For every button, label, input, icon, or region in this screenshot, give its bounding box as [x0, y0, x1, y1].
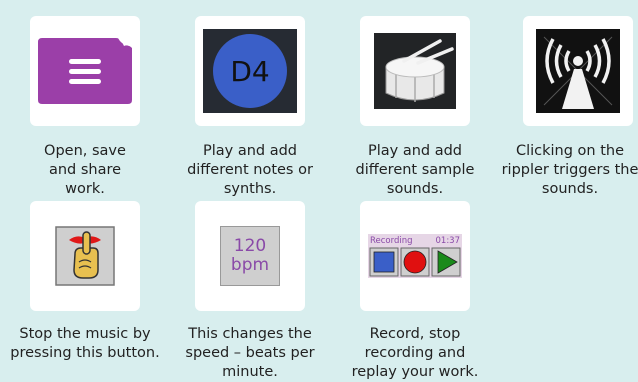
caption-line: pressing this button. [10, 345, 160, 361]
note-circle-icon: D4 [203, 29, 297, 113]
open-save-share-button[interactable] [30, 16, 140, 126]
hush-hand-icon [55, 226, 115, 286]
stop-recording-button[interactable] [369, 247, 399, 277]
tempo-value: 120 [233, 236, 267, 256]
caption-line: speed – beats per [185, 345, 315, 361]
tempo-unit: bpm [230, 255, 270, 275]
stop-caption: Stop the music by pressing this button. [0, 325, 170, 363]
caption-line: sounds. [386, 181, 444, 197]
recording-time: 01:37 [436, 236, 461, 246]
caption-line: Play and add [202, 143, 298, 159]
caption-line: This changes the [188, 326, 312, 342]
rippler-button[interactable] [523, 16, 633, 126]
broadcast-tower-icon [536, 29, 620, 113]
tempo-button[interactable]: 120 bpm [195, 201, 305, 311]
caption-line: work. [65, 181, 105, 197]
record-caption: Record, stop recording and replay your w… [330, 325, 500, 382]
caption-line: recording and [364, 345, 466, 361]
caption-line: Record, stop [369, 326, 461, 342]
caption-line: Stop the music by [19, 326, 151, 342]
tempo-icon: 120 bpm [220, 226, 280, 286]
samples-button[interactable] [360, 16, 470, 126]
note-label: D4 [230, 55, 269, 88]
record-controls[interactable]: Recording 01:37 [360, 201, 470, 311]
record-panel-graphic: Recording 01:37 [368, 234, 462, 278]
rippler-caption: Clicking on the rippler triggers the sou… [490, 142, 638, 199]
caption-line: different sample [355, 162, 475, 178]
caption-line: synths. [223, 181, 277, 197]
caption-line: Open, save [44, 143, 126, 159]
caption-line: and share [48, 162, 122, 178]
record-panel-icon: Recording 01:37 [368, 234, 462, 278]
folder-menu-icon [38, 38, 132, 104]
open-save-share-caption: Open, save and share work. [0, 142, 170, 199]
caption-line: sounds. [541, 181, 599, 197]
samples-caption: Play and add different sample sounds. [330, 142, 500, 199]
tempo-caption: This changes the speed – beats per minut… [165, 325, 335, 382]
caption-line: minute. [222, 364, 278, 380]
drum-icon [374, 33, 456, 109]
caption-line: Play and add [367, 143, 463, 159]
caption-line: rippler triggers the [501, 162, 638, 178]
recording-label: Recording [370, 236, 413, 246]
record-button[interactable] [400, 247, 430, 277]
notes-button[interactable]: D4 [195, 16, 305, 126]
caption-line: replay your work. [351, 364, 479, 380]
play-button[interactable] [431, 247, 461, 277]
caption-line: Clicking on the [515, 143, 625, 159]
caption-line: different notes or [187, 162, 313, 178]
stop-button[interactable] [30, 201, 140, 311]
notes-caption: Play and add different notes or synths. [165, 142, 335, 199]
